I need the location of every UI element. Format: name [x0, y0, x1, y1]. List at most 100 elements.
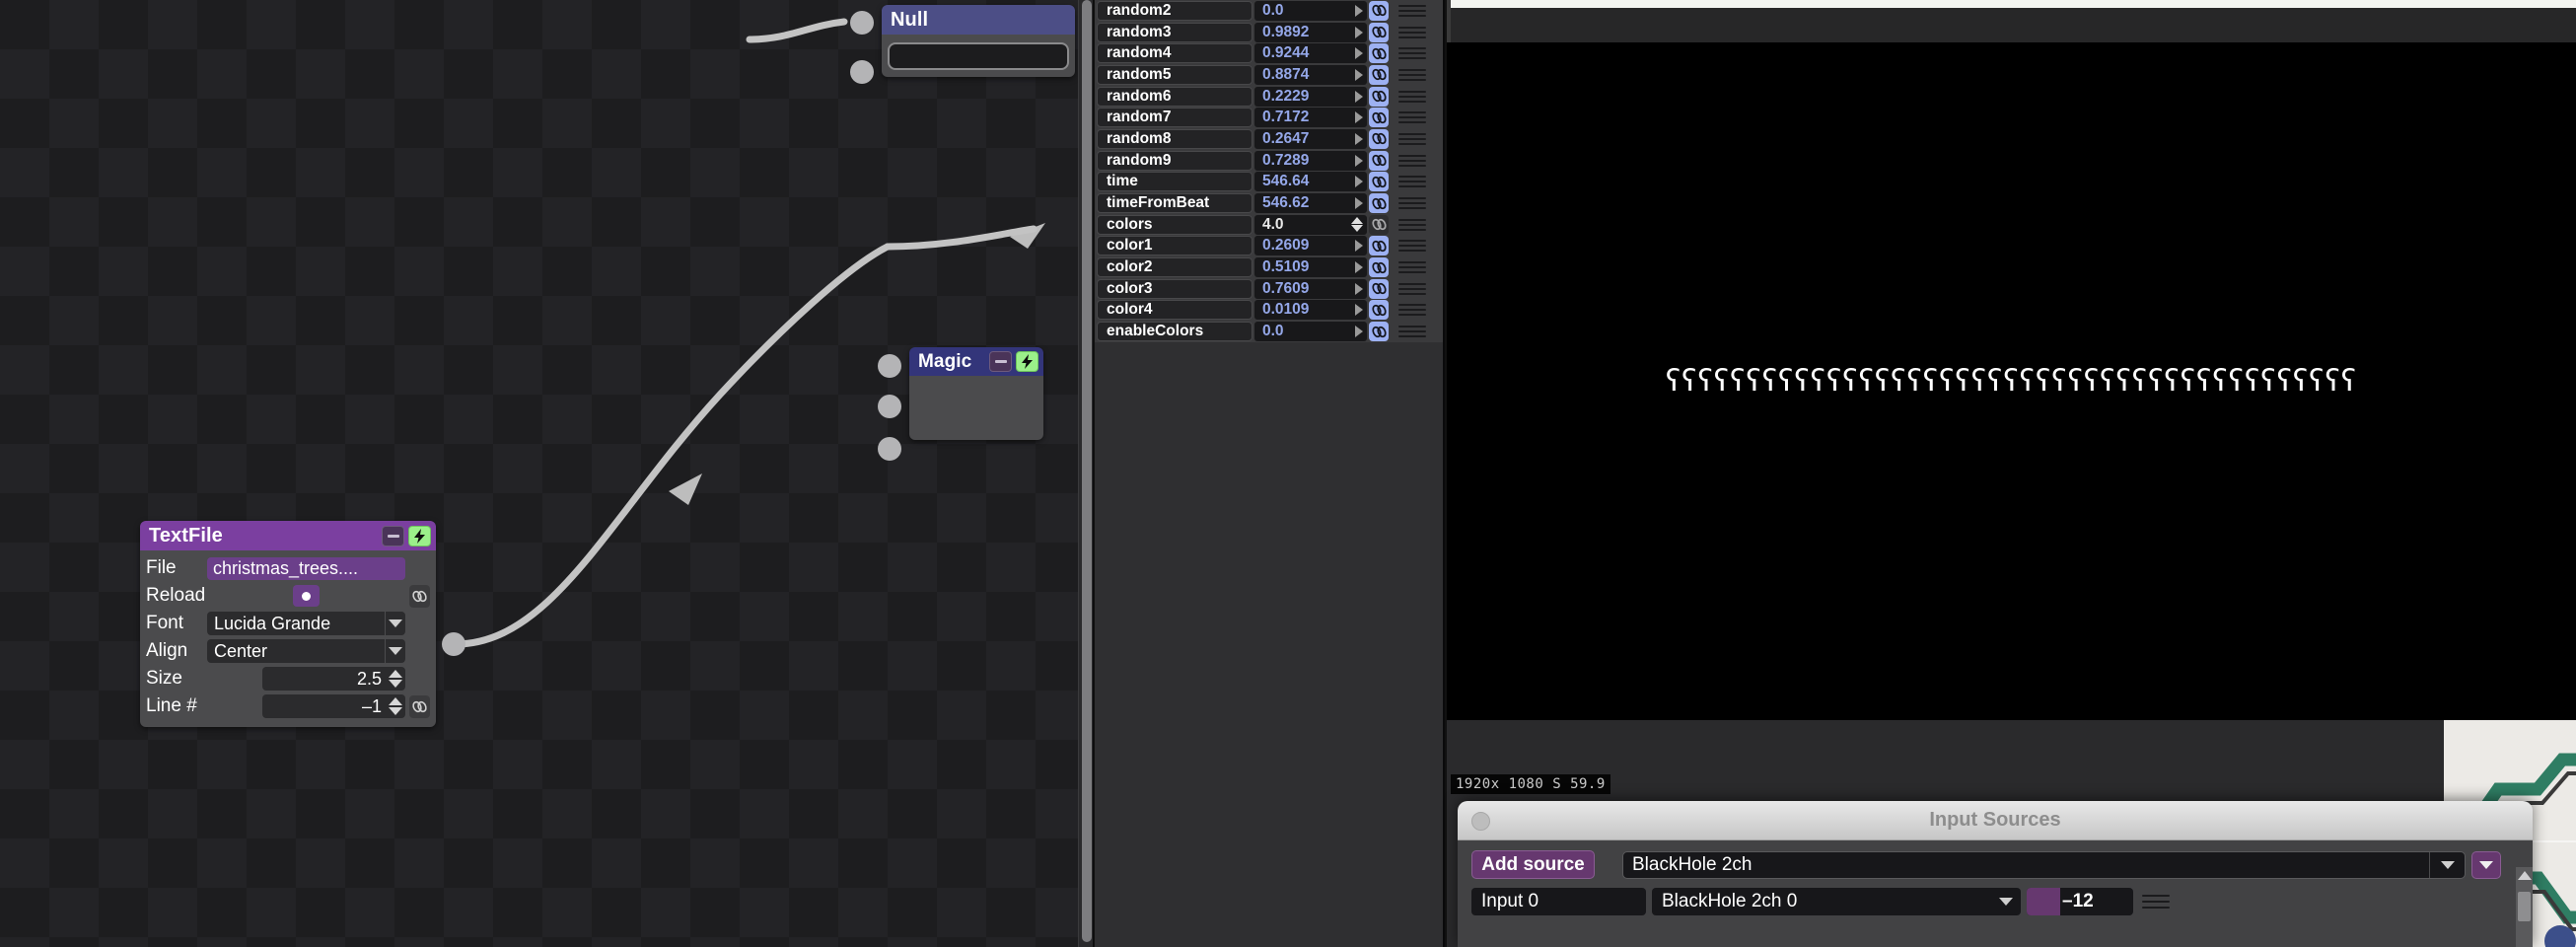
bolt-icon[interactable] [408, 525, 431, 546]
param-row[interactable]: random2 0.0 [1095, 0, 1443, 22]
param-row[interactable]: random9 0.7289 [1095, 149, 1443, 172]
param-row[interactable]: color1 0.2609 [1095, 235, 1443, 257]
source-select[interactable]: BlackHole 2ch [1622, 850, 2466, 879]
node-textfile-header[interactable]: TextFile [140, 521, 436, 550]
param-row[interactable]: enableColors 0.0 [1095, 321, 1443, 342]
input-gain-slider[interactable]: –12 [2027, 888, 2133, 915]
expand-arrow-icon[interactable] [1355, 47, 1363, 60]
textfile-line-stepper[interactable]: –1 [262, 694, 405, 718]
node-graph-canvas[interactable]: Null Magic TextFile File christmas_trees… [0, 0, 1078, 947]
param-value-field[interactable]: 0.9244 [1254, 43, 1367, 64]
expand-arrow-icon[interactable] [1355, 111, 1363, 124]
param-row[interactable]: random8 0.2647 [1095, 128, 1443, 150]
link-icon[interactable] [1369, 300, 1389, 321]
scrollbar-thumb[interactable] [2518, 892, 2531, 921]
node-null[interactable]: Null [882, 5, 1075, 77]
param-value-field[interactable]: 0.2647 [1254, 128, 1367, 149]
drag-handle-icon[interactable] [1393, 64, 1432, 85]
input-sources-window[interactable]: Input Sources Add source BlackHole 2ch I… [1458, 801, 2533, 947]
link-icon[interactable] [1369, 257, 1389, 278]
link-icon[interactable] [409, 694, 430, 718]
expand-arrow-icon[interactable] [1355, 304, 1363, 317]
textfile-align-select[interactable]: Center [207, 639, 405, 663]
expand-arrow-icon[interactable] [1355, 240, 1363, 253]
drag-handle-icon[interactable] [1393, 128, 1432, 149]
drag-handle-icon[interactable] [1393, 278, 1432, 299]
node-textfile[interactable]: TextFile File christmas_trees.... Reload [140, 521, 436, 727]
drag-handle-icon[interactable] [1393, 0, 1432, 21]
stepper-arrows-icon[interactable] [389, 697, 402, 715]
param-row[interactable]: color4 0.0109 [1095, 299, 1443, 322]
drag-handle-icon[interactable] [2136, 888, 2176, 915]
chevron-down-icon[interactable] [385, 612, 405, 635]
close-icon[interactable] [1471, 812, 1490, 831]
param-row[interactable]: colors 4.0 [1095, 213, 1443, 236]
param-value-field[interactable]: 0.8874 [1254, 64, 1367, 85]
chevron-down-icon[interactable] [1991, 888, 2021, 915]
link-icon[interactable] [1369, 108, 1389, 128]
param-value-field[interactable]: 0.2229 [1254, 86, 1367, 107]
expand-arrow-icon[interactable] [1355, 132, 1363, 145]
expand-arrow-icon[interactable] [1355, 282, 1363, 295]
chevron-down-icon[interactable] [385, 639, 405, 663]
textfile-file-value[interactable]: christmas_trees.... [207, 556, 405, 580]
canvas-vertical-scrollbar[interactable] [1078, 0, 1094, 947]
drag-handle-icon[interactable] [1393, 193, 1432, 214]
param-row[interactable]: random5 0.8874 [1095, 64, 1443, 86]
drag-handle-icon[interactable] [1393, 214, 1432, 235]
input-sources-scrollbar[interactable] [2516, 867, 2533, 947]
param-row[interactable]: color3 0.7609 [1095, 277, 1443, 300]
link-icon[interactable] [1369, 43, 1389, 64]
drag-handle-icon[interactable] [1393, 22, 1432, 42]
link-icon[interactable] [1369, 86, 1389, 107]
drag-handle-icon[interactable] [1393, 300, 1432, 321]
param-value-field[interactable]: 0.2609 [1254, 236, 1367, 256]
add-source-button[interactable]: Add source [1471, 850, 1595, 879]
param-row[interactable]: random3 0.9892 [1095, 21, 1443, 43]
expand-arrow-icon[interactable] [1355, 154, 1363, 167]
minimize-icon[interactable] [382, 525, 404, 546]
param-row[interactable]: random7 0.7172 [1095, 107, 1443, 129]
param-value-field[interactable]: 0.7289 [1254, 150, 1367, 171]
link-icon[interactable] [1369, 172, 1389, 192]
chevron-down-icon[interactable] [2429, 851, 2465, 878]
scrollbar-thumb[interactable] [1082, 0, 1092, 942]
param-value-field[interactable]: 546.62 [1254, 193, 1367, 214]
link-icon[interactable] [1369, 214, 1389, 235]
drag-handle-icon[interactable] [1393, 43, 1432, 64]
expand-arrow-icon[interactable] [1355, 326, 1363, 338]
param-row[interactable]: time 546.64 [1095, 171, 1443, 193]
param-value-field[interactable]: 546.64 [1254, 172, 1367, 192]
source-menu-button[interactable] [2471, 850, 2501, 879]
expand-arrow-icon[interactable] [1355, 4, 1363, 17]
link-icon[interactable] [1369, 22, 1389, 42]
node-magic-header[interactable]: Magic [909, 347, 1043, 376]
param-value-field[interactable]: 0.0109 [1254, 300, 1367, 321]
node-null-value-field[interactable] [888, 42, 1069, 70]
param-value-field[interactable]: 0.7172 [1254, 108, 1367, 128]
expand-arrow-icon[interactable] [1355, 68, 1363, 81]
link-icon[interactable] [1369, 236, 1389, 256]
textfile-font-select[interactable]: Lucida Grande [207, 612, 405, 635]
scroll-up-icon[interactable] [2517, 871, 2532, 880]
param-value-field[interactable]: 0.0 [1254, 0, 1367, 21]
link-icon[interactable] [1369, 128, 1389, 149]
reload-button[interactable] [293, 585, 320, 607]
drag-handle-icon[interactable] [1393, 172, 1432, 192]
window-title-bar[interactable]: Input Sources [1458, 801, 2533, 840]
param-row[interactable]: color2 0.5109 [1095, 256, 1443, 278]
input-device-select[interactable]: BlackHole 2ch 0 [1652, 888, 2021, 915]
expand-arrow-icon[interactable] [1355, 197, 1363, 210]
node-magic[interactable]: Magic [909, 347, 1043, 440]
param-value-field[interactable]: 0.9892 [1254, 22, 1367, 42]
expand-arrow-icon[interactable] [1355, 261, 1363, 274]
drag-handle-icon[interactable] [1393, 236, 1432, 256]
drag-handle-icon[interactable] [1393, 86, 1432, 107]
param-row[interactable]: timeFromBeat 546.62 [1095, 192, 1443, 214]
stepper-arrows-icon[interactable] [1351, 217, 1363, 233]
expand-arrow-icon[interactable] [1355, 26, 1363, 38]
bolt-icon[interactable] [1016, 351, 1038, 372]
param-value-field[interactable]: 0.7609 [1254, 278, 1367, 299]
link-icon[interactable] [1369, 64, 1389, 85]
link-icon[interactable] [1369, 193, 1389, 214]
